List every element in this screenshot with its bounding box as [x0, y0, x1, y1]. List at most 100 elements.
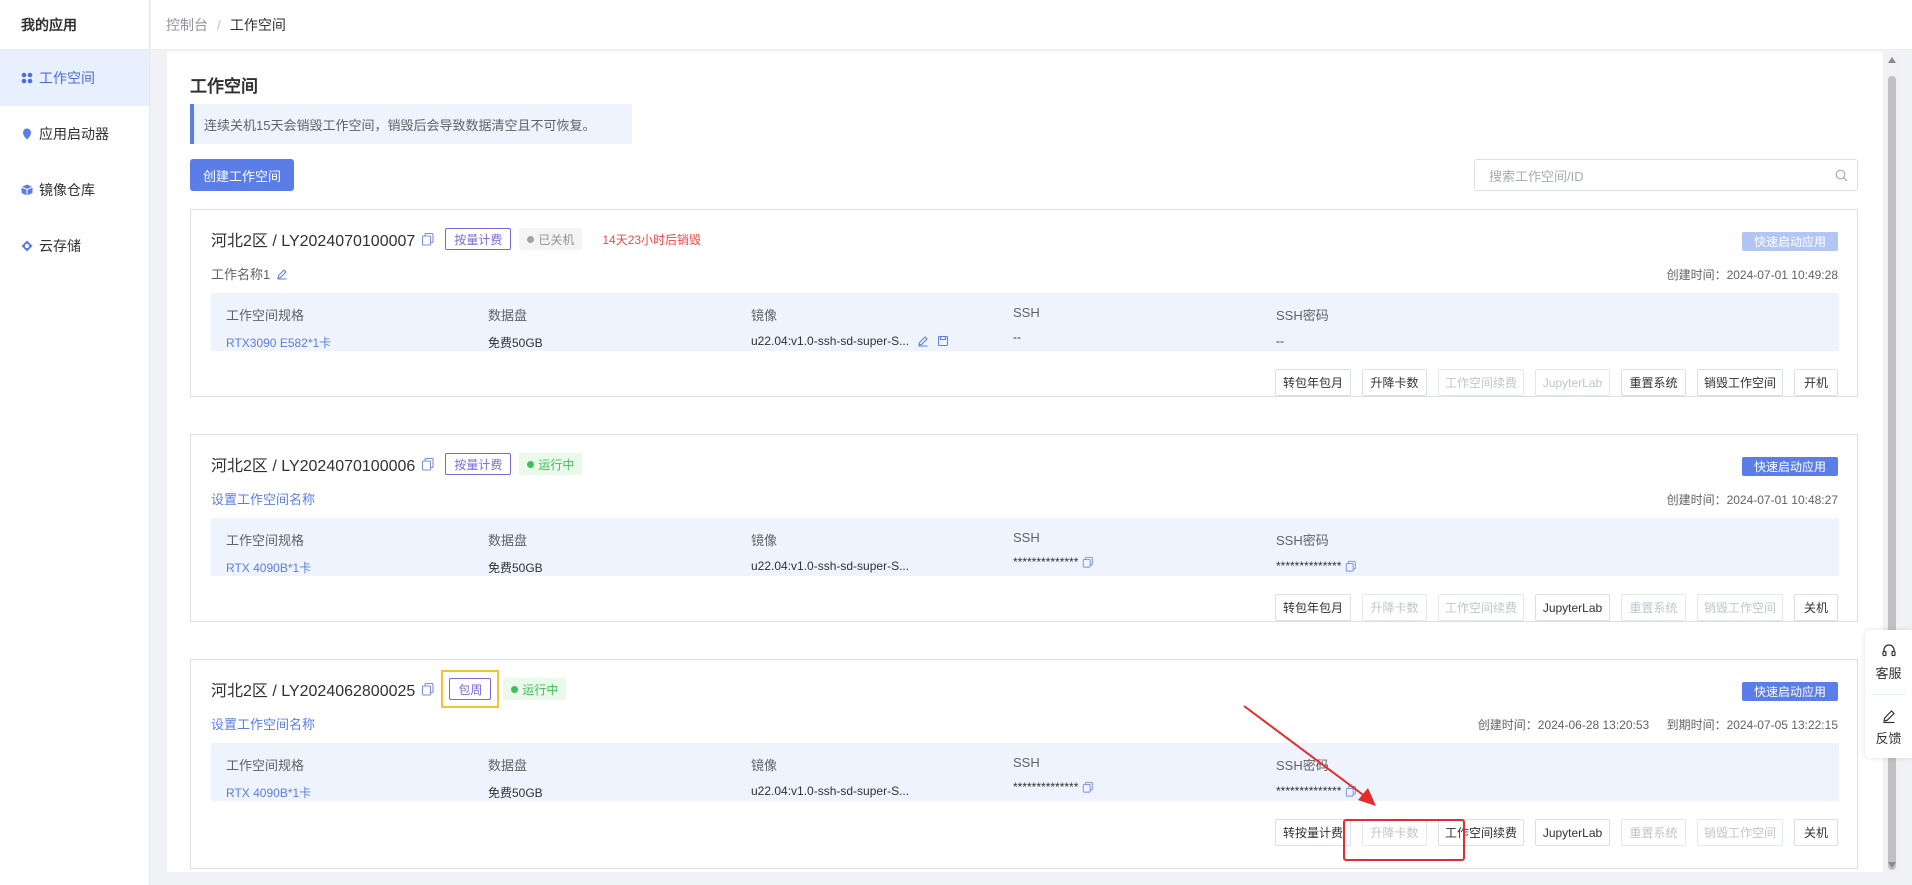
page-title: 工作空间: [190, 77, 258, 96]
ssh-column: SSH **************: [1013, 755, 1094, 794]
created-time: 创建时间：2024-06-28 13:20:53: [1477, 718, 1650, 732]
ssh-password-text: **************: [1276, 559, 1342, 573]
workspace-card: 河北2区 / LY2024070100007 按量计费 已关机 14天23小时后…: [190, 209, 1858, 397]
breadcrumb: 控制台 / 工作空间: [151, 0, 1912, 50]
spec-column: 工作空间规格 RTX3090 E582*1卡: [226, 305, 331, 351]
annotation-highlight-box: [1343, 819, 1465, 861]
ssh-value-text: **************: [1013, 780, 1079, 794]
scroll-up-arrow-icon[interactable]: [1888, 57, 1896, 63]
scroll-down-arrow-icon[interactable]: [1888, 862, 1896, 868]
status-text: 运行中: [538, 457, 575, 472]
spec-value[interactable]: RTX 4090B*1卡: [226, 784, 311, 801]
reset-system-button[interactable]: 重置系统: [1621, 819, 1686, 846]
jupyterlab-button[interactable]: JupyterLab: [1535, 594, 1610, 621]
status-text: 运行中: [522, 682, 559, 697]
customer-service-button[interactable]: 客服: [1865, 630, 1912, 694]
feedback-pencil-icon: [1882, 709, 1895, 723]
convert-to-subscription-button[interactable]: 转包年包月: [1275, 369, 1351, 396]
ssh-password-value: **************: [1276, 559, 1357, 573]
annotation-arrow: [1243, 705, 1376, 806]
status-dot: [527, 235, 535, 243]
image-label: 镜像: [751, 533, 778, 548]
image-label: 镜像: [751, 308, 778, 323]
quick-launch-button[interactable]: 快速启动应用: [1741, 232, 1838, 251]
save-icon[interactable]: [937, 335, 949, 347]
spec-panel: 工作空间规格 RTX 4090B*1卡 数据盘 免费50GB 镜像 u22.04:v1…: [211, 518, 1839, 576]
spec-value[interactable]: RTX3090 E582*1卡: [226, 334, 331, 351]
status-badge: 已关机: [519, 228, 583, 250]
destroy-workspace-button[interactable]: 销毁工作空间: [1697, 369, 1783, 396]
workspace-card: 河北2区 / LY2024070100006 按量计费 运行中 快速启动应用 设…: [190, 434, 1858, 622]
sidebar-title: 我的应用: [0, 0, 149, 50]
image-value: u22.04:v1.0-ssh-sd-super-S...: [751, 334, 949, 348]
sidebar-item-cloud-storage[interactable]: 云存储: [0, 218, 149, 274]
disk-column: 数据盘 免费50GB: [488, 305, 543, 351]
copy-icon[interactable]: [1082, 556, 1094, 568]
reset-system-button[interactable]: 重置系统: [1621, 594, 1686, 621]
convert-to-subscription-button[interactable]: 转包年包月: [1275, 594, 1351, 621]
jupyterlab-button[interactable]: JupyterLab: [1535, 819, 1610, 846]
ssh-password-label: SSH密码: [1276, 308, 1329, 323]
sidebar-item-image-repo[interactable]: 镜像仓库: [0, 162, 149, 218]
reset-system-button[interactable]: 重置系统: [1621, 369, 1686, 396]
quick-launch-button[interactable]: 快速启动应用: [1741, 682, 1838, 701]
status-badge: 运行中: [503, 678, 567, 700]
change-card-count-button[interactable]: 升降卡数: [1362, 369, 1427, 396]
copy-icon[interactable]: [1345, 560, 1357, 572]
breadcrumb-current: 工作空间: [229, 16, 286, 33]
expire-time: 到期时间：2024-07-05 13:22:15: [1666, 718, 1838, 732]
highlight-box: 包周: [441, 670, 500, 708]
power-on-button[interactable]: 开机: [1794, 369, 1838, 396]
notice-banner: 连续关机15天会销毁工作空间，销毁后会导致数据清空且不可恢复。: [190, 104, 632, 144]
workspace-title: 河北2区 / LY2024062800025: [211, 683, 416, 700]
destroy-workspace-button[interactable]: 销毁工作空间: [1697, 594, 1783, 621]
renew-workspace-button[interactable]: 工作空间续费: [1438, 369, 1524, 396]
copy-icon[interactable]: [421, 457, 435, 471]
power-off-button[interactable]: 关机: [1794, 594, 1838, 621]
ssh-column: SSH --: [1013, 305, 1040, 344]
search-icon[interactable]: [1835, 169, 1848, 182]
feedback-button[interactable]: 反馈: [1865, 695, 1912, 759]
image-column: 镜像 u22.04:v1.0-ssh-sd-super-S...: [751, 755, 909, 798]
destroy-warning: 14天23小时后销毁: [602, 232, 702, 247]
change-card-count-button[interactable]: 升降卡数: [1362, 594, 1427, 621]
workspace-title: 河北2区 / LY2024070100007: [211, 233, 416, 250]
convert-to-pay-as-you-go-button[interactable]: 转按量计费: [1275, 819, 1351, 846]
workspace-card: 河北2区 / LY2024062800025 包周 运行中 快速启动应用 设置工…: [190, 659, 1858, 869]
set-workspace-name-link[interactable]: 设置工作空间名称: [211, 489, 315, 508]
feedback-label: 反馈: [1875, 730, 1902, 746]
jupyterlab-button[interactable]: JupyterLab: [1535, 369, 1610, 396]
sidebar-item-launcher[interactable]: 应用启动器: [0, 106, 149, 162]
breadcrumb-root-link[interactable]: 控制台: [166, 15, 208, 35]
set-workspace-name-link[interactable]: 设置工作空间名称: [211, 714, 315, 733]
sidebar-item-label: 镜像仓库: [39, 182, 95, 198]
copy-icon[interactable]: [421, 232, 435, 246]
card-actions: 转包年包月 升降卡数 工作空间续费 JupyterLab 重置系统 销毁工作空间…: [1264, 369, 1838, 396]
status-dot: [511, 685, 519, 693]
main-panel: 工作空间 连续关机15天会销毁工作空间，销毁后会导致数据清空且不可恢复。 创建工…: [167, 52, 1883, 872]
workspace-name-text: 工作名称1: [211, 267, 271, 282]
edit-icon[interactable]: [917, 335, 929, 347]
breadcrumb-separator: /: [217, 16, 221, 33]
search-input[interactable]: 搜索工作空间/ID: [1474, 159, 1858, 191]
workspace-name: 工作名称1: [211, 264, 288, 283]
customer-service-label: 客服: [1875, 665, 1902, 681]
copy-icon[interactable]: [1082, 781, 1094, 793]
quick-launch-button[interactable]: 快速启动应用: [1741, 457, 1838, 476]
billing-tag: 包周: [449, 678, 492, 700]
copy-icon[interactable]: [421, 682, 435, 696]
spec-panel: 工作空间规格 RTX3090 E582*1卡 数据盘 免费50GB 镜像 u22.0…: [211, 293, 1839, 351]
destroy-workspace-button[interactable]: 销毁工作空间: [1697, 819, 1783, 846]
power-off-button[interactable]: 关机: [1794, 819, 1838, 846]
sidebar-item-workspace[interactable]: 工作空间: [0, 50, 149, 106]
disk-value: 免费50GB: [488, 561, 543, 575]
renew-workspace-button[interactable]: 工作空间续费: [1438, 594, 1524, 621]
ssh-label: SSH: [1013, 305, 1040, 320]
spec-value[interactable]: RTX 4090B*1卡: [226, 559, 311, 576]
create-workspace-button[interactable]: 创建工作空间: [190, 159, 294, 191]
disk-column: 数据盘 免费50GB: [488, 530, 543, 576]
status-text: 已关机: [538, 232, 575, 247]
edit-icon[interactable]: [276, 268, 288, 280]
image-repo-icon: [21, 184, 33, 196]
created-time: 创建时间：2024-07-01 10:48:27: [1666, 493, 1838, 507]
